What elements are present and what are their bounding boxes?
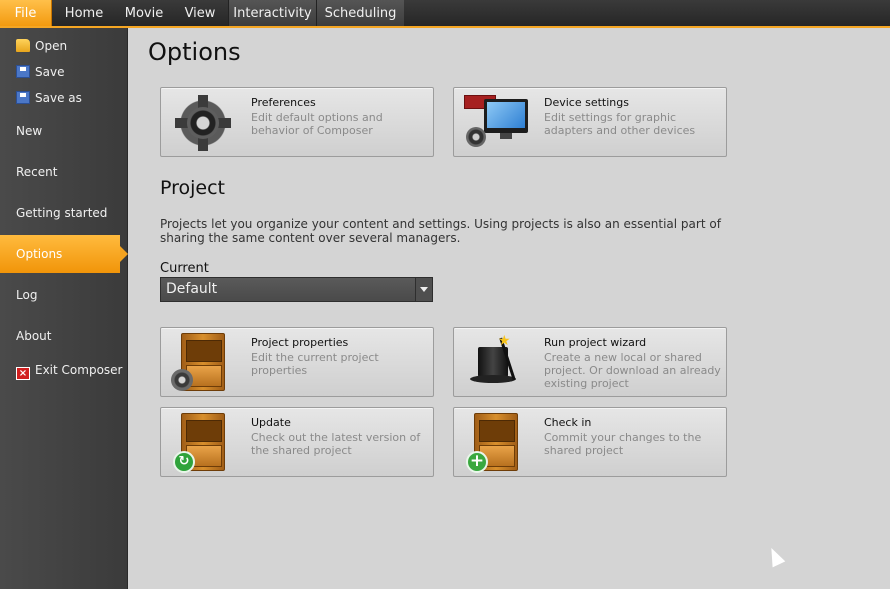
card-subtitle: Edit settings for graphic adapters and o… [544, 111, 696, 137]
tab-scheduling[interactable]: Scheduling [316, 0, 404, 26]
card-subtitle: Edit default options and behavior of Com… [251, 111, 383, 137]
card-title: Update [251, 416, 291, 429]
sidebar-item-label: Save as [35, 91, 82, 105]
backstage-sidebar: Open Save Save as New Recent Getting sta… [0, 28, 128, 589]
floppy-disk-icon [16, 91, 30, 104]
sidebar-item-save[interactable]: Save [16, 63, 64, 81]
card-title: Check in [544, 416, 592, 429]
sidebar-item-getting-started[interactable]: Getting started [0, 194, 128, 232]
card-title: Preferences [251, 96, 316, 109]
sidebar-item-about[interactable]: About [0, 317, 128, 355]
device-settings-button[interactable]: Device settings Edit settings for graphi… [453, 87, 727, 157]
sidebar-item-save-as[interactable]: Save as [16, 89, 82, 107]
sidebar-item-options[interactable]: Options [0, 235, 128, 273]
page-title: Options [148, 38, 241, 66]
file-cabinet-gear-icon [169, 333, 241, 391]
current-project-dropdown[interactable]: Default [160, 277, 433, 302]
card-title: Project properties [251, 336, 349, 349]
sidebar-item-recent[interactable]: Recent [0, 153, 128, 191]
gear-icon [169, 93, 241, 151]
options-panel: Options Preferences Edit default options… [129, 28, 890, 589]
project-description: Projects let you organize your content a… [160, 217, 721, 245]
tab-view[interactable]: View [174, 0, 226, 26]
run-project-wizard-button[interactable]: ★ Run project wizard Create a new local … [453, 327, 727, 397]
folder-open-icon [16, 39, 30, 52]
tab-interactivity[interactable]: Interactivity [228, 0, 316, 26]
tab-file[interactable]: File [0, 0, 52, 26]
card-subtitle: Check out the latest version of the shar… [251, 431, 421, 457]
chevron-down-icon[interactable] [415, 278, 432, 301]
check-in-button[interactable]: + Check in Commit your changes to the sh… [453, 407, 727, 477]
sidebar-item-label: Exit Composer [35, 363, 123, 377]
floppy-disk-icon [16, 65, 30, 78]
card-title: Device settings [544, 96, 629, 109]
sidebar-item-new[interactable]: New [0, 112, 128, 150]
card-subtitle: Create a new local or shared project. Or… [544, 351, 721, 390]
sidebar-item-open[interactable]: Open [16, 37, 67, 55]
sidebar-item-exit-composer[interactable]: × Exit Composer [16, 361, 123, 380]
preferences-button[interactable]: Preferences Edit default options and beh… [160, 87, 434, 157]
tab-home[interactable]: Home [54, 0, 114, 26]
monitor-icon [462, 93, 534, 151]
card-title: Run project wizard [544, 336, 647, 349]
sidebar-item-log[interactable]: Log [0, 276, 128, 314]
tab-movie[interactable]: Movie [114, 0, 174, 26]
update-button[interactable]: ↻ Update Check out the latest version of… [160, 407, 434, 477]
project-section-title: Project [160, 177, 226, 199]
card-subtitle: Commit your changes to the shared projec… [544, 431, 702, 457]
sidebar-item-label: Save [35, 65, 65, 79]
exit-x-icon: × [16, 367, 30, 380]
file-cabinet-plus-icon: + [462, 413, 534, 473]
project-properties-button[interactable]: Project properties Edit the current proj… [160, 327, 434, 397]
card-subtitle: Edit the current project properties [251, 351, 379, 377]
sidebar-item-label: Open [35, 39, 68, 53]
file-cabinet-refresh-icon: ↻ [169, 413, 241, 473]
ribbon-tab-bar: File Home Movie View Interactivity Sched… [0, 0, 890, 27]
magic-hat-icon: ★ [462, 333, 534, 391]
current-project-value: Default [166, 281, 218, 297]
current-project-label: Current [160, 261, 209, 276]
